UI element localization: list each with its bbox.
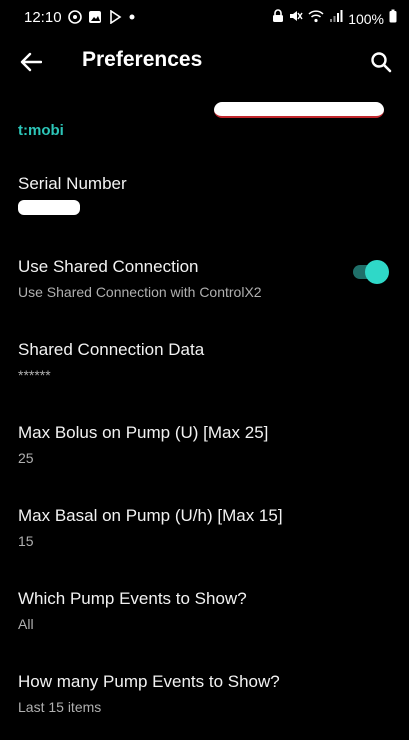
dot-icon (128, 10, 136, 29)
wifi-icon (308, 9, 324, 28)
category-header: t:mobi (18, 122, 64, 139)
redacted-area (214, 102, 384, 118)
mute-icon (289, 9, 303, 28)
redacted-value (18, 200, 80, 215)
pref-title: Shared Connection Data (18, 340, 205, 359)
pref-title: Max Bolus on Pump (U) [Max 25] (18, 423, 269, 442)
pref-title: How many Pump Events to Show? (18, 672, 280, 691)
status-time: 12:10 (24, 9, 62, 26)
arrow-left-icon (20, 52, 42, 72)
pref-shared-connection-data[interactable]: Shared Connection Data ****** (0, 340, 409, 408)
pref-summary: Last 15 items (18, 699, 102, 715)
pref-summary: ****** (18, 367, 51, 383)
notification-icon (68, 10, 82, 29)
app-bar: Preferences (0, 34, 409, 90)
shared-connection-toggle[interactable] (351, 259, 389, 284)
pref-title: Use Shared Connection (18, 257, 199, 276)
battery-percent: 100% (348, 10, 384, 27)
pref-which-pump-events[interactable]: Which Pump Events to Show? All (0, 589, 409, 657)
status-bar: 12:10 100% (0, 0, 409, 34)
status-left-icons (68, 9, 136, 29)
pref-summary: 25 (18, 450, 34, 466)
pref-serial-number[interactable]: Serial Number (0, 174, 409, 242)
signal-icon (329, 9, 343, 28)
search-icon (371, 52, 392, 73)
toggle-thumb (365, 260, 389, 284)
page-title: Preferences (82, 48, 203, 71)
status-right-icons: 100% (272, 9, 397, 28)
lock-icon (272, 9, 284, 28)
pref-title: Which Pump Events to Show? (18, 589, 247, 608)
pref-summary: Use Shared Connection with ControlX2 (18, 284, 262, 300)
gallery-icon (88, 10, 102, 29)
pref-max-basal[interactable]: Max Basal on Pump (U/h) [Max 15] 15 (0, 506, 409, 574)
play-icon (108, 9, 122, 29)
pref-title: Serial Number (18, 174, 127, 193)
pref-how-many-pump-events[interactable]: How many Pump Events to Show? Last 15 it… (0, 672, 409, 740)
pref-max-bolus[interactable]: Max Bolus on Pump (U) [Max 25] 25 (0, 423, 409, 491)
back-button[interactable] (14, 46, 48, 78)
pref-summary: All (18, 616, 34, 632)
pref-title: Max Basal on Pump (U/h) [Max 15] (18, 506, 283, 525)
pref-summary: 15 (18, 533, 34, 549)
battery-icon (389, 9, 397, 28)
search-button[interactable] (365, 46, 397, 78)
pref-use-shared-connection[interactable]: Use Shared Connection Use Shared Connect… (0, 257, 409, 325)
